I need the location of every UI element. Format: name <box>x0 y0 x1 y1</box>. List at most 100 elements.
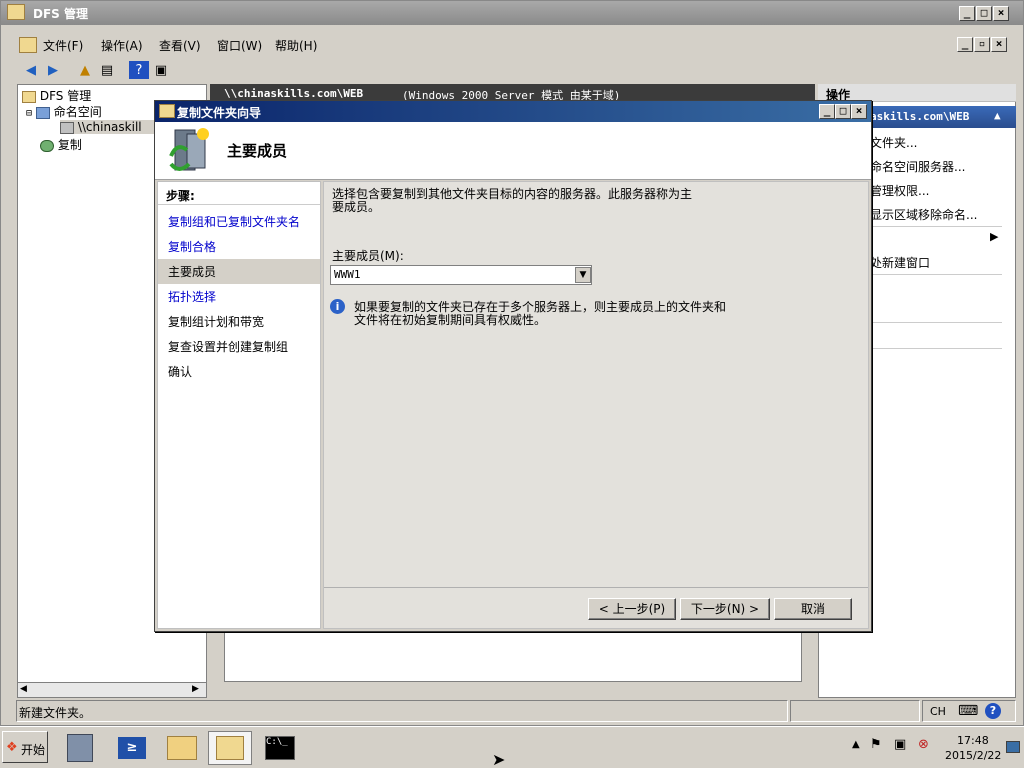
cancel-button[interactable]: 取消 <box>774 598 852 620</box>
dfs-manager-taskbar-icon[interactable] <box>208 731 252 765</box>
steps-label: 步骤: <box>166 189 195 203</box>
menu-bar: 文件(F) 操作(A) 查看(V) 窗口(W) 帮助(H) _ ▫ × <box>17 35 1017 55</box>
step-group-name[interactable]: 复制组和已复制文件夹名 <box>168 213 322 230</box>
action-namespace-server[interactable]: 命名空间服务器... <box>870 158 965 175</box>
network-error-icon[interactable]: ⊗ <box>918 737 929 752</box>
status-cell-2 <box>790 700 920 722</box>
clock-time[interactable]: 17:48 <box>957 734 989 747</box>
next-button[interactable]: 下一步(N) > <box>680 598 770 620</box>
step-confirm: 确认 <box>168 365 193 379</box>
description-line1: 选择包含要复制到其他文件夹目标的内容的服务器。此服务器称为主 <box>332 187 693 201</box>
close-button[interactable]: × <box>993 6 1009 21</box>
window-title: DFS 管理 <box>33 7 88 21</box>
wizard-content: 选择包含要复制到其他文件夹目标的内容的服务器。此服务器称为主 要成员。 主要成员… <box>323 181 869 629</box>
menu-action[interactable]: 操作(A) <box>101 37 143 54</box>
separator <box>870 322 1002 323</box>
mdi-restore-button[interactable]: ▫ <box>974 37 990 52</box>
chevron-down-icon[interactable]: ▼ <box>575 267 591 283</box>
keyboard-icon[interactable]: ⌨ <box>958 703 978 719</box>
app-icon <box>7 4 25 20</box>
actions-subheader-label: askills.com\WEB <box>870 110 970 123</box>
show-desktop-icon[interactable] <box>1006 741 1020 753</box>
separator <box>870 274 1002 275</box>
start-label: 开始 <box>21 743 46 757</box>
status-bar: 新建文件夹。 <box>16 700 1016 722</box>
wizard-title: 复制文件夹向导 <box>177 106 262 120</box>
description-line2: 要成员。 <box>332 200 381 214</box>
action-remove-from-display[interactable]: 显示区域移除命名... <box>870 206 977 223</box>
action-new-folder[interactable]: 文件夹... <box>870 134 917 151</box>
ime-help-icon[interactable]: ? <box>985 703 1001 719</box>
minimize-button[interactable]: _ <box>959 6 975 21</box>
wizard-app-icon <box>159 104 175 118</box>
primary-member-label: 主要成员(M): <box>332 249 404 263</box>
powershell-icon[interactable]: ≥ <box>110 731 154 765</box>
help-icon[interactable]: ? <box>129 61 149 79</box>
tree-namespace[interactable]: ⊟ 命名空间 <box>26 103 102 120</box>
wizard-minimize-button[interactable]: _ <box>819 104 835 119</box>
replication-wizard-icon <box>165 126 211 174</box>
tree-root-dfs[interactable]: DFS 管理 <box>22 87 91 104</box>
replicate-folder-wizard: 复制文件夹向导 _ □ × 主要成员 步骤: 复制组和已复制文件夹名 复制合格 … <box>154 100 872 632</box>
status-text: 新建文件夹。 <box>19 706 92 720</box>
menu-window[interactable]: 窗口(W) <box>217 37 262 54</box>
mdi-close-button[interactable]: × <box>991 37 1007 52</box>
step-schedule-bandwidth: 复制组计划和带宽 <box>168 315 265 329</box>
command-prompt-icon[interactable]: C:\_ <box>258 731 302 765</box>
taskbar: ❖ 开始 ≥ C:\_ ▲ ⚑ ▣ ⊗ 17:48 2015/2/22 <box>0 726 1024 768</box>
menu-app-icon <box>19 37 37 53</box>
show-hide-action-icon[interactable]: ▣ <box>151 61 171 79</box>
security-icon[interactable]: ▣ <box>894 737 906 752</box>
step-topology[interactable]: 拓扑选择 <box>168 288 322 305</box>
collapse-icon[interactable]: ⊟ <box>26 108 32 119</box>
explorer-icon[interactable] <box>160 731 204 765</box>
separator <box>870 348 1002 349</box>
maximize-button[interactable]: □ <box>976 6 992 21</box>
mdi-minimize-button[interactable]: _ <box>957 37 973 52</box>
wizard-header: 主要成员 <box>155 122 871 180</box>
action-center-flag-icon[interactable]: ⚑ <box>870 737 882 752</box>
center-path: \\chinaskills.com\WEB <box>224 87 364 100</box>
status-main: 新建文件夹。 <box>16 700 788 722</box>
step-eligibility[interactable]: 复制合格 <box>168 238 322 255</box>
clock-date[interactable]: 2015/2/22 <box>945 749 1001 762</box>
toolbar: ◀ ▶ ▲ ▤ ? ▣ <box>17 59 1017 81</box>
primary-member-value: WWW1 <box>334 268 361 281</box>
wizard-maximize-button[interactable]: □ <box>835 104 851 119</box>
step-primary-member: 主要成员 <box>168 265 217 279</box>
collapse-up-icon[interactable]: ▲ <box>994 109 1001 122</box>
start-button[interactable]: ❖ 开始 <box>2 731 48 763</box>
info-line2: 文件将在初始复制期间具有权威性。 <box>354 313 547 327</box>
namespace-item-icon <box>60 121 74 134</box>
action-manage-permissions[interactable]: 管理权限... <box>870 182 929 199</box>
action-new-window[interactable]: 处新建窗口 <box>870 254 930 271</box>
wizard-title-bar[interactable]: 复制文件夹向导 _ □ × <box>155 101 871 122</box>
title-bar[interactable]: DFS 管理 _ □ × <box>1 1 1023 25</box>
namespace-icon <box>35 106 50 119</box>
wizard-close-button[interactable]: × <box>851 104 867 119</box>
tree-namespace-child[interactable]: \\chinaskill <box>60 120 162 134</box>
up-folder-icon[interactable]: ▲ <box>75 61 95 79</box>
primary-member-dropdown[interactable]: WWW1 ▼ <box>330 265 592 285</box>
menu-help[interactable]: 帮助(H) <box>275 37 317 54</box>
language-indicator[interactable]: CH <box>930 705 946 718</box>
back-button[interactable]: < 上一步(P) <box>588 598 676 620</box>
menu-file[interactable]: 文件(F) <box>43 37 83 54</box>
scroll-right-icon[interactable]: ▶ <box>192 684 199 694</box>
server-manager-icon[interactable] <box>58 731 102 765</box>
back-arrow-icon[interactable]: ◀ <box>21 61 41 79</box>
button-divider <box>324 587 868 588</box>
wizard-heading: 主要成员 <box>227 142 288 160</box>
submenu-arrow-icon[interactable]: ▶ <box>990 230 998 243</box>
menu-view[interactable]: 查看(V) <box>159 37 201 54</box>
dfs-icon <box>22 90 36 103</box>
show-hide-tree-icon[interactable]: ▤ <box>97 61 117 79</box>
scroll-left-icon[interactable]: ◀ <box>20 684 27 694</box>
tree-replication[interactable]: 复制 <box>40 136 82 153</box>
tray-expand-icon[interactable]: ▲ <box>852 739 860 750</box>
info-icon: i <box>330 299 345 314</box>
forward-arrow-icon[interactable]: ▶ <box>43 61 63 79</box>
tree-horizontal-scrollbar[interactable]: ◀ ▶ <box>17 682 207 698</box>
steps-divider <box>158 204 320 205</box>
center-content-box <box>224 632 802 682</box>
